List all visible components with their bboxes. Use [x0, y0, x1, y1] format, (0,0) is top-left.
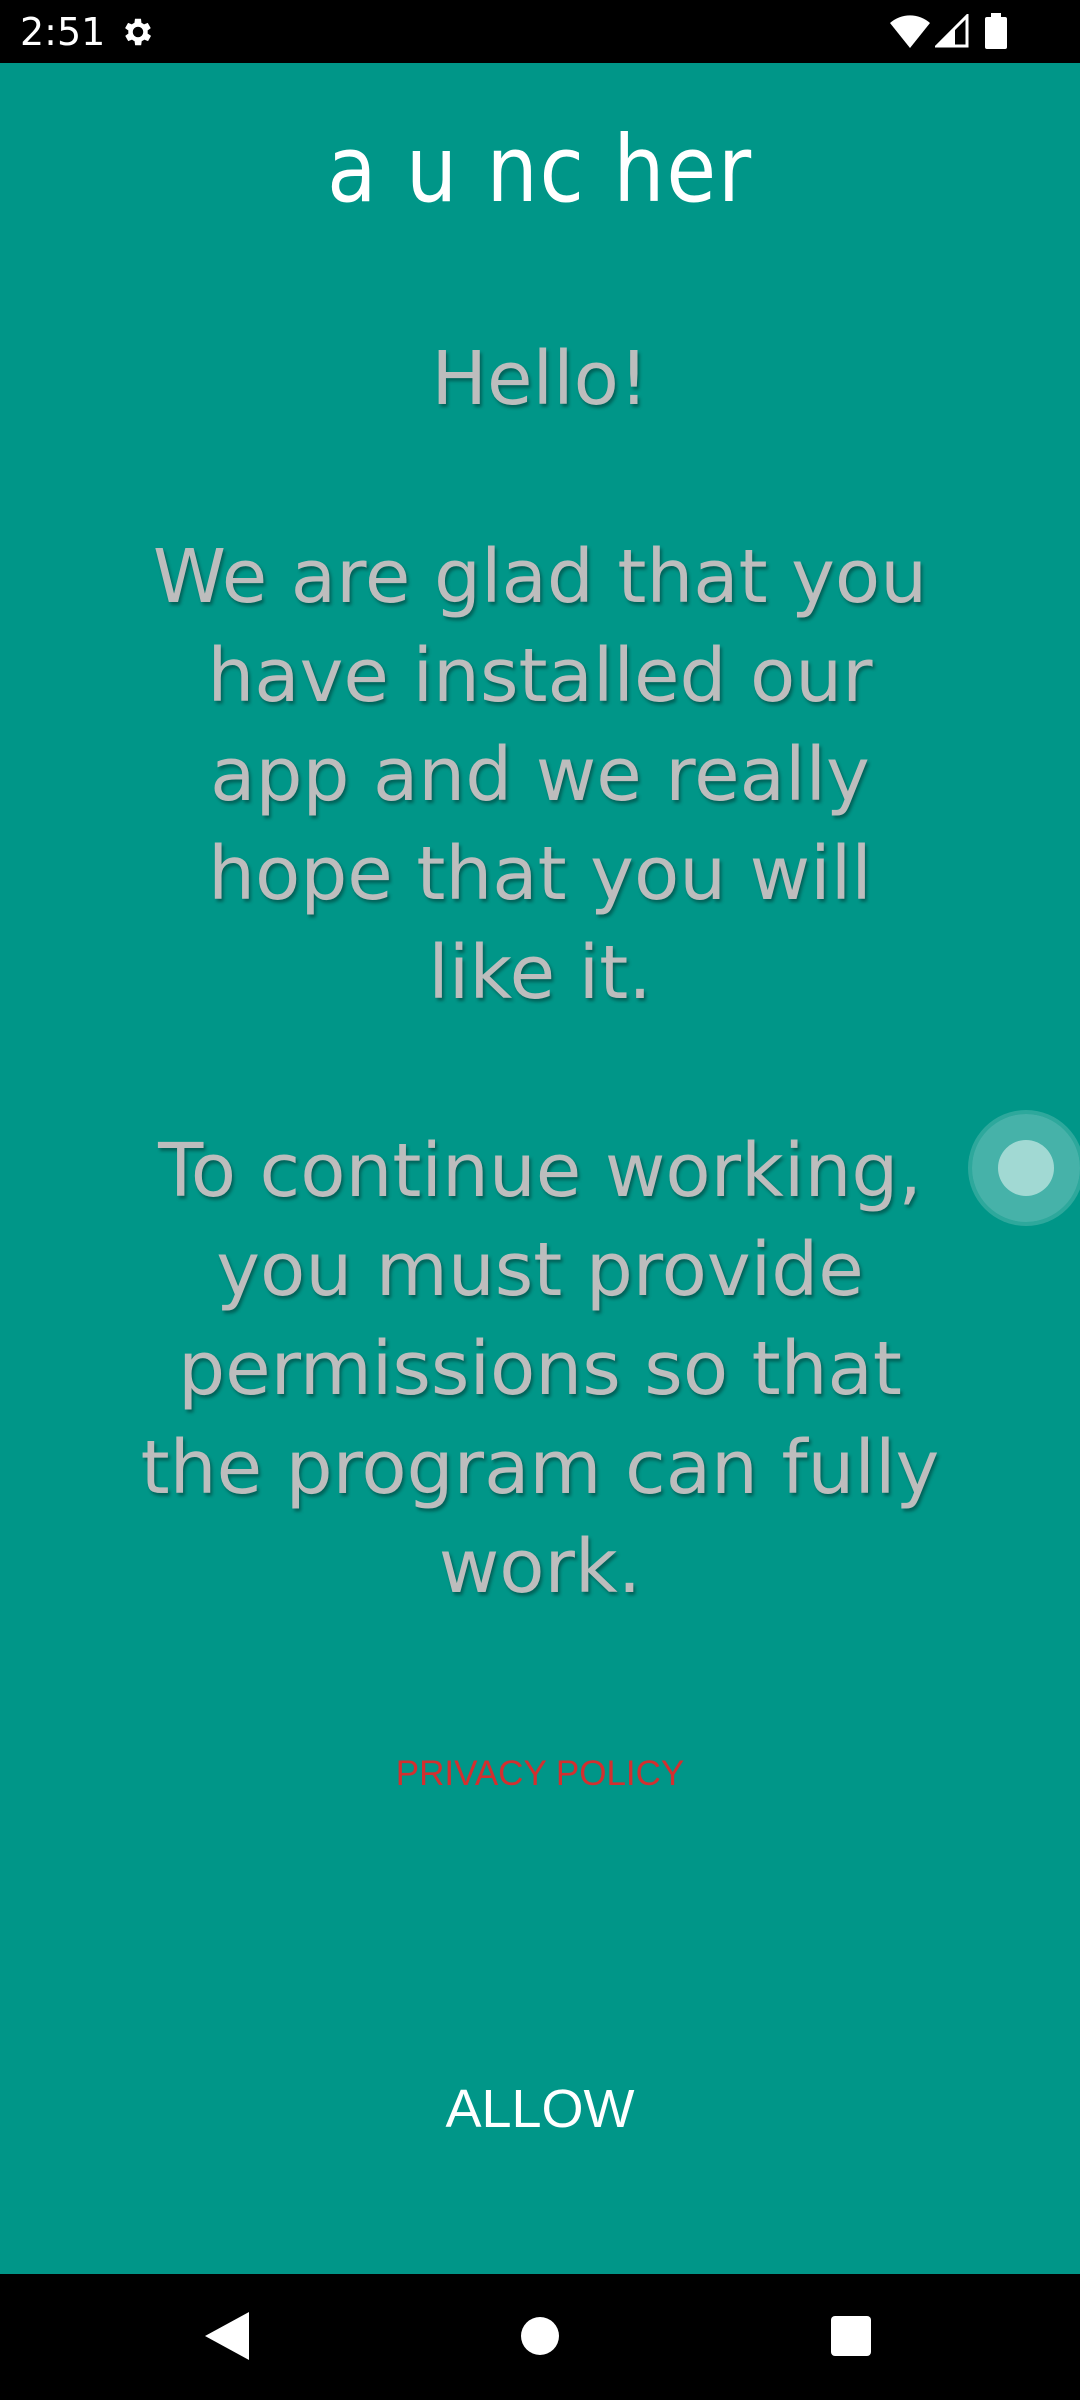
gear-icon — [125, 18, 152, 46]
app-logo: a u nc her — [327, 116, 753, 223]
signal-icon — [935, 14, 969, 48]
status-time: 2:51 — [20, 10, 106, 54]
back-icon[interactable] — [205, 2312, 249, 2360]
battery-icon — [985, 13, 1007, 49]
floating-bubble-button[interactable] — [972, 1114, 1080, 1222]
home-icon[interactable] — [520, 2316, 560, 2356]
recents-icon[interactable] — [831, 2316, 871, 2356]
welcome-message: We are glad that you have installed our … — [152, 534, 928, 1016]
screen: 2:51 a u nc her Hello! We are glad that … — [0, 0, 1080, 2400]
floating-bubble-dot-icon — [998, 1140, 1054, 1196]
navigation-bar — [0, 2274, 1080, 2400]
privacy-policy-link[interactable]: PRIVACY POLICY — [0, 1752, 1080, 1796]
greeting-text: Hello! — [431, 336, 649, 422]
status-bar: 2:51 — [0, 0, 1080, 63]
permissions-message: To continue working, you must provide pe… — [140, 1128, 940, 1610]
wifi-icon — [890, 15, 930, 48]
allow-button[interactable]: ALLOW — [340, 2060, 740, 2156]
